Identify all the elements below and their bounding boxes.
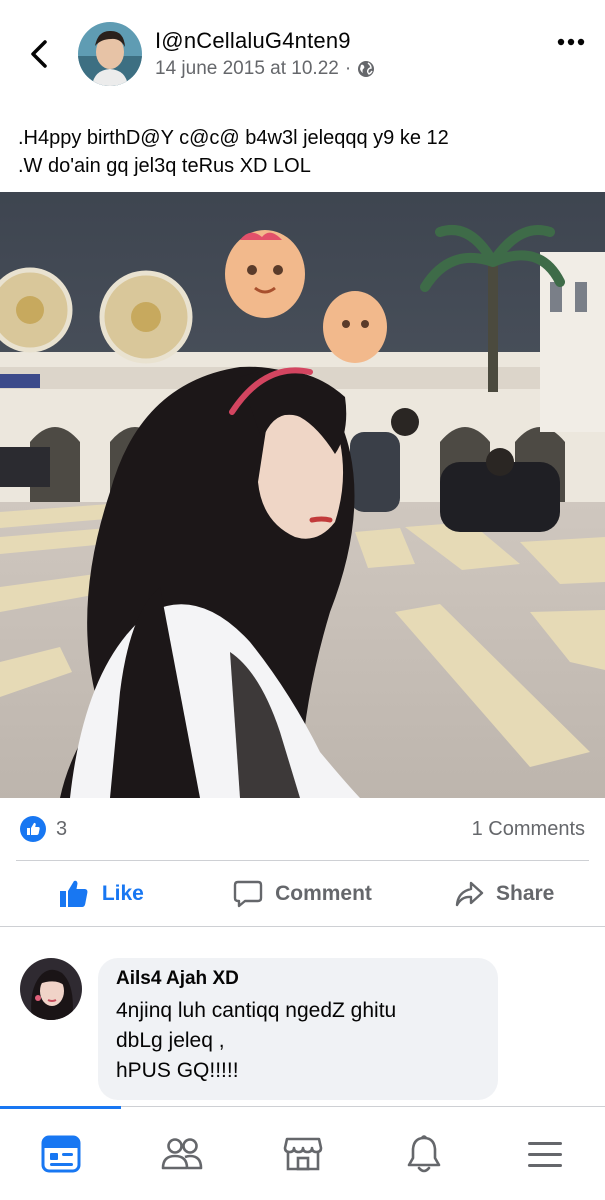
comments-count[interactable]: 1 Comments bbox=[472, 818, 585, 841]
active-tab-indicator bbox=[0, 1106, 121, 1109]
marketplace-icon bbox=[283, 1137, 322, 1170]
tab-notifications[interactable] bbox=[363, 1107, 484, 1200]
back-button[interactable] bbox=[24, 36, 54, 72]
tab-friends[interactable] bbox=[121, 1107, 242, 1200]
commenter-name[interactable]: Ails4 Ajah XD bbox=[116, 968, 480, 990]
comment-label: Comment bbox=[275, 882, 372, 905]
comment-text-line: dbLg jeleq , bbox=[116, 1029, 225, 1052]
like-label: Like bbox=[101, 882, 144, 905]
post-text-line: .H4ppy birthD@Y c@c@ b4w3l jeleqqq y9 ke… bbox=[18, 127, 449, 149]
post-stats: 3 1 Comments bbox=[0, 798, 605, 861]
commenter-avatar[interactable] bbox=[20, 958, 82, 1020]
tab-menu[interactable] bbox=[484, 1107, 605, 1200]
thumbs-up-icon bbox=[59, 880, 88, 907]
comment-text-line: 4njinq luh cantiqq ngedZ ghitu bbox=[116, 999, 397, 1022]
bottom-tab-bar bbox=[0, 1106, 605, 1200]
meta-separator: · bbox=[344, 58, 352, 79]
more-dots-icon bbox=[557, 38, 585, 46]
reactions-summary[interactable]: 3 bbox=[20, 816, 67, 842]
post-timestamp[interactable]: 14 june 2015 at 10.22 bbox=[155, 58, 339, 80]
notifications-bell-icon bbox=[407, 1134, 440, 1172]
post-actions: Like Comment Share bbox=[0, 862, 605, 926]
post-text: .H4ppy birthD@Y c@c@ b4w3l jeleqqq y9 ke… bbox=[18, 124, 588, 180]
comment-text-line: hPUS GQ!!!!! bbox=[116, 1059, 239, 1082]
share-arrow-icon bbox=[455, 881, 484, 907]
more-options-button[interactable] bbox=[553, 30, 589, 54]
comment-button[interactable]: Comment bbox=[202, 862, 404, 926]
post-meta: 14 june 2015 at 10.22 · bbox=[155, 58, 375, 80]
section-divider bbox=[0, 926, 605, 927]
globe-icon bbox=[358, 61, 375, 77]
comment-bubble[interactable]: Ails4 Ajah XD 4njinq luh cantiqq ngedZ g… bbox=[98, 958, 498, 1100]
post-photo[interactable] bbox=[0, 192, 605, 798]
tab-news-feed[interactable] bbox=[0, 1107, 121, 1200]
back-arrow-icon bbox=[31, 40, 47, 68]
comment-text: 4njinq luh cantiqq ngedZ ghitu dbLg jele… bbox=[116, 996, 480, 1086]
news-feed-icon bbox=[41, 1135, 80, 1172]
post-header: I@nCellaluG4nten9 14 june 2015 at 10.22 … bbox=[0, 0, 605, 110]
like-count: 3 bbox=[56, 817, 68, 840]
share-label: Share bbox=[495, 882, 555, 905]
tab-marketplace[interactable] bbox=[242, 1107, 363, 1200]
friends-icon bbox=[161, 1137, 202, 1169]
comment-bubble-icon bbox=[233, 880, 263, 908]
post-text-line: .W do'ain gq jel3q teRus XD LOL bbox=[18, 155, 311, 177]
like-reaction-icon bbox=[20, 816, 46, 842]
like-button[interactable]: Like bbox=[0, 862, 202, 926]
menu-icon bbox=[527, 1141, 562, 1167]
author-name[interactable]: I@nCellaluG4nten9 bbox=[155, 28, 351, 54]
share-button[interactable]: Share bbox=[403, 862, 605, 926]
stats-divider bbox=[16, 860, 589, 861]
author-avatar[interactable] bbox=[78, 22, 142, 86]
